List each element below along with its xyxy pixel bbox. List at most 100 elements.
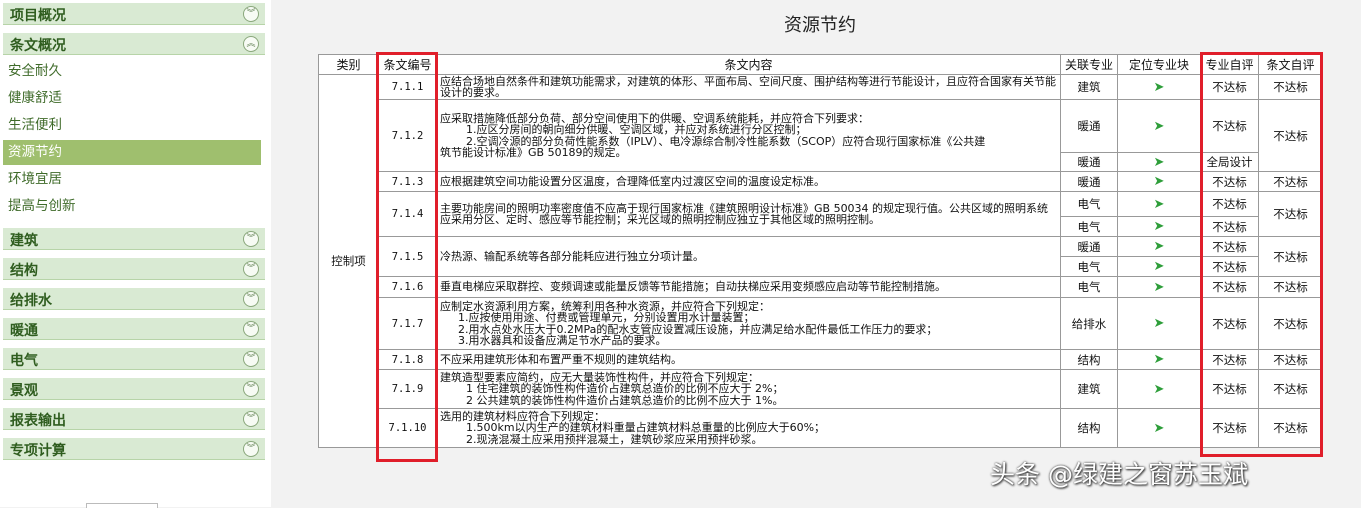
content-line: 筑节能设计标准》GB 50189的规定。 [440, 146, 627, 159]
sidebar-item-label: 生活便利 [8, 117, 62, 133]
locate-cell[interactable]: ➤ [1117, 276, 1201, 298]
locate-cell[interactable]: ➤ [1117, 99, 1201, 153]
send-arrow-icon[interactable]: ➤ [1152, 317, 1166, 331]
pro-eval-cell[interactable]: 不达标 [1200, 191, 1259, 217]
pro-eval-cell[interactable]: 不达标 [1200, 297, 1259, 350]
clause-eval-cell[interactable]: 不达标 [1258, 408, 1323, 448]
sidebar-item-label: 健康舒适 [8, 90, 62, 106]
content-line: 2 公共建筑的装饰性构件造价占建筑总造价的比例不应大于 1%。 [466, 393, 784, 407]
send-arrow-icon[interactable]: ➤ [1152, 240, 1166, 254]
clause-content: 应采取措施降低部分负荷、部分空间使用下的供暖、空调系统能耗，并应符合下列要求： … [436, 99, 1061, 172]
clause-content: 选用的建筑材料应符合下列规定： 1.500km以内生产的建筑材料重量占建筑材料总… [436, 408, 1061, 448]
content-line: 垂直电梯应采取群控、变频调速或能量反馈等节能措施；自动扶梯应采用变频感应启动等节… [440, 280, 946, 294]
clause-eval-cell[interactable]: 不达标 [1258, 74, 1323, 100]
locate-cell[interactable]: ➤ [1117, 152, 1201, 172]
content-line: 不应采用建筑形体和布置严重不规则的建筑结构。 [440, 352, 682, 366]
pro-eval-cell[interactable]: 不达标 [1200, 216, 1259, 237]
locate-cell[interactable]: ➤ [1117, 74, 1201, 100]
discipline-cell: 暖通 [1060, 99, 1118, 153]
bottom-tab[interactable] [86, 503, 158, 508]
send-arrow-icon[interactable]: ➤ [1152, 119, 1166, 134]
sidebar-item-convenience[interactable]: 生活便利 [3, 113, 261, 138]
locate-cell[interactable]: ➤ [1117, 369, 1201, 409]
clause-content: 应根据建筑空间功能设置分区温度，合理降低室内过渡区空间的温度设定标准。 [436, 171, 1061, 192]
discipline-cell: 建筑 [1060, 369, 1118, 409]
sidebar-item-resource-saving[interactable]: 资源节约 [3, 140, 261, 165]
discipline-cell: 给排水 [1060, 297, 1118, 350]
pro-eval-cell[interactable]: 不达标 [1200, 276, 1259, 298]
clause-code: 7.1.3 [378, 171, 437, 192]
chevron-down-icon[interactable]: ︾ [243, 231, 259, 247]
pro-eval-cell[interactable]: 不达标 [1200, 171, 1259, 192]
column-header: 专业自评 [1200, 54, 1259, 75]
send-arrow-icon[interactable]: ➤ [1152, 220, 1166, 234]
sidebar-section-project-overview[interactable]: 项目概况 ︾ [3, 3, 265, 25]
clause-content: 不应采用建筑形体和布置严重不规则的建筑结构。 [436, 349, 1061, 370]
chevron-down-icon[interactable]: ︾ [243, 321, 259, 337]
locate-cell[interactable]: ➤ [1117, 171, 1201, 192]
chevron-down-icon[interactable]: ︾ [243, 381, 259, 397]
sidebar-section-special-calc[interactable]: 专项计算 ︾ [3, 438, 265, 460]
sidebar-item-innovation[interactable]: 提高与创新 [3, 194, 261, 219]
pro-eval-cell[interactable]: 不达标 [1200, 349, 1259, 370]
locate-cell[interactable]: ➤ [1117, 349, 1201, 370]
sidebar-item-safety[interactable]: 安全耐久 [3, 59, 261, 84]
chevron-up-icon[interactable]: ︽ [243, 36, 259, 52]
chevron-down-icon[interactable]: ︾ [243, 261, 259, 277]
clause-content: 主要功能房间的照明功率密度值不应高于现行国家标准《建筑照明设计标准》GB 500… [436, 191, 1061, 237]
sidebar-item-health[interactable]: 健康舒适 [3, 86, 261, 111]
chevron-down-icon[interactable]: ︾ [243, 6, 259, 22]
clause-code: 7.1.7 [378, 297, 437, 350]
pro-eval-cell[interactable]: 不达标 [1200, 99, 1259, 153]
content-line: 主要功能房间的照明功率密度值不应高于现行国家标准《建筑照明设计标准》GB 500… [440, 201, 1049, 226]
content-line: 冷热源、输配系统等各部分能耗应进行独立分项计量。 [440, 249, 704, 263]
chevron-down-icon[interactable]: ︾ [243, 411, 259, 427]
sidebar-section-structure[interactable]: 结构 ︾ [3, 258, 265, 280]
pro-eval-cell[interactable]: 不达标 [1200, 369, 1259, 409]
table-row: 控制项 7.1.1 应结合场地自然条件和建筑功能需求，对建筑的体形、平面布局、空… [318, 74, 1323, 448]
locate-cell[interactable]: ➤ [1117, 297, 1201, 350]
pro-eval-cell[interactable]: 不达标 [1200, 256, 1259, 277]
clause-eval-cell[interactable]: 不达标 [1258, 236, 1323, 277]
clause-eval-cell[interactable]: 不达标 [1258, 99, 1323, 172]
clause-eval-cell[interactable]: 不达标 [1258, 276, 1323, 298]
locate-cell[interactable]: ➤ [1117, 191, 1201, 217]
discipline-cell: 电气 [1060, 191, 1118, 217]
table-row: 7.1.6 垂直电梯应采取群控、变频调速或能量反馈等节能措施；自动扶梯应采用变频… [319, 276, 1323, 298]
pro-eval-cell[interactable]: 全局设计 [1200, 152, 1259, 172]
chevron-down-icon[interactable]: ︾ [243, 351, 259, 367]
pro-eval-cell[interactable]: 不达标 [1200, 74, 1259, 100]
sidebar-section-clause-overview[interactable]: 条文概况 ︽ [3, 33, 265, 55]
sidebar-item-environment[interactable]: 环境宜居 [3, 167, 261, 192]
send-arrow-icon[interactable]: ➤ [1152, 353, 1166, 367]
send-arrow-icon[interactable]: ➤ [1152, 382, 1166, 397]
sidebar-section-plumbing[interactable]: 给排水 ︾ [3, 288, 265, 310]
chevron-down-icon[interactable]: ︾ [243, 291, 259, 307]
sidebar-section-electrical[interactable]: 电气 ︾ [3, 348, 265, 370]
send-arrow-icon[interactable]: ➤ [1152, 155, 1166, 170]
sidebar-section-architecture[interactable]: 建筑 ︾ [3, 228, 265, 250]
table-row: 7.1.7 应制定水资源利用方案，统筹利用各种水资源，并应符合下列规定： 1.应… [319, 297, 1323, 350]
clause-content: 应制定水资源利用方案，统筹利用各种水资源，并应符合下列规定： 1.应按使用用途、… [436, 297, 1061, 350]
locate-cell[interactable]: ➤ [1117, 216, 1201, 237]
send-arrow-icon[interactable]: ➤ [1152, 80, 1166, 95]
pro-eval-cell[interactable]: 不达标 [1200, 408, 1259, 448]
locate-cell[interactable]: ➤ [1117, 408, 1201, 448]
locate-cell[interactable]: ➤ [1117, 256, 1201, 277]
clause-eval-cell[interactable]: 不达标 [1258, 297, 1323, 350]
sidebar-section-report-output[interactable]: 报表输出 ︾ [3, 408, 265, 430]
clause-eval-cell[interactable]: 不达标 [1258, 171, 1323, 192]
send-arrow-icon[interactable]: ➤ [1152, 197, 1166, 212]
clause-eval-cell[interactable]: 不达标 [1258, 191, 1323, 237]
send-arrow-icon[interactable]: ➤ [1152, 260, 1166, 274]
chevron-down-icon[interactable]: ︾ [243, 441, 259, 457]
send-arrow-icon[interactable]: ➤ [1152, 175, 1166, 189]
locate-cell[interactable]: ➤ [1117, 236, 1201, 257]
send-arrow-icon[interactable]: ➤ [1152, 280, 1166, 295]
sidebar-section-landscape[interactable]: 景观 ︾ [3, 378, 265, 400]
pro-eval-cell[interactable]: 不达标 [1200, 236, 1259, 257]
clause-eval-cell[interactable]: 不达标 [1258, 369, 1323, 409]
clause-eval-cell[interactable]: 不达标 [1258, 349, 1323, 370]
send-arrow-icon[interactable]: ➤ [1152, 421, 1166, 436]
sidebar-section-hvac[interactable]: 暖通 ︾ [3, 318, 265, 340]
